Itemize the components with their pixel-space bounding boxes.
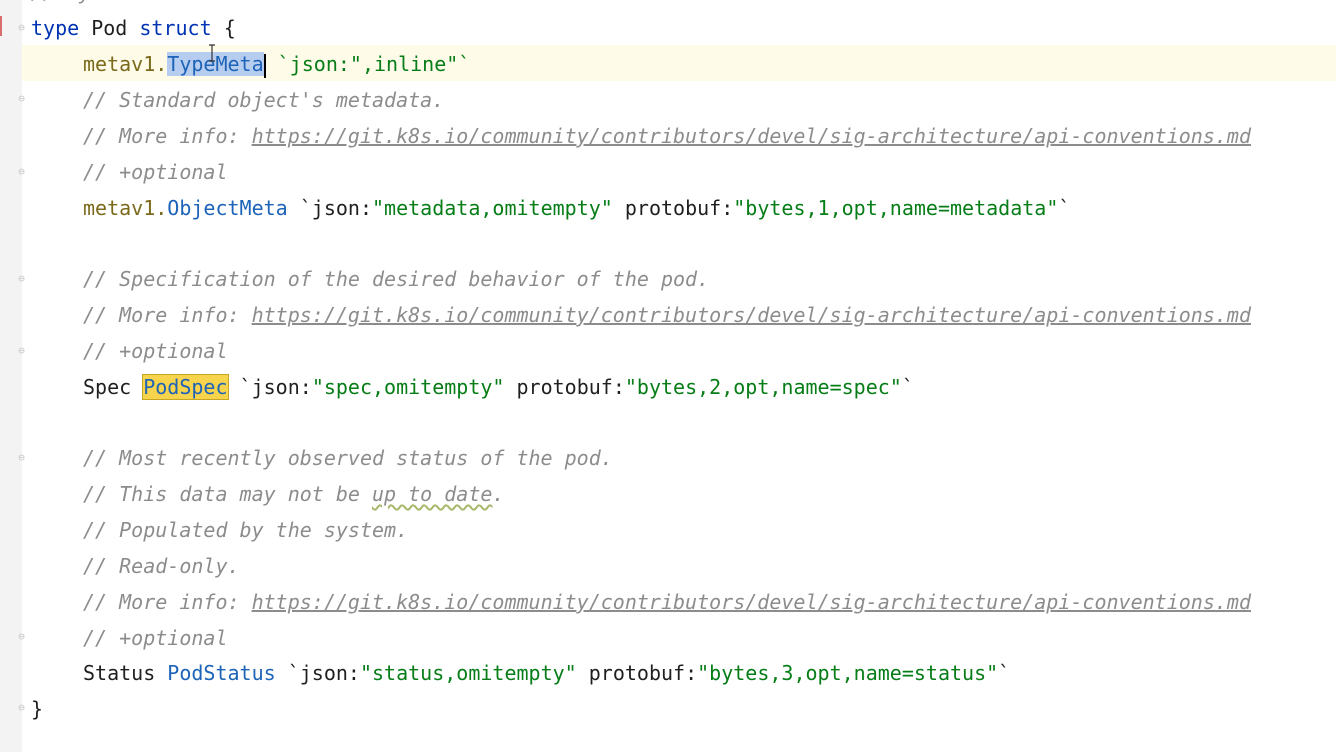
comment-line: // Specification of the desired behavior… [83,267,710,291]
struct-tag-value: "bytes,2,opt,name=spec" [624,375,902,399]
comment-line: // More info: https://git.k8s.io/communi… [83,297,1251,333]
package-qualifier[interactable]: metav1. [83,196,167,220]
struct-name[interactable]: Pod [91,16,127,40]
keyword: struct [139,16,212,40]
change-marker [0,16,2,36]
comment-text: // More info: [83,124,252,148]
struct-tag-part: protobuf: [576,661,698,685]
comment-line: // Populated by the system. [83,518,409,542]
fold-icon[interactable]: ⊖ [15,92,28,106]
typo-underlined-text[interactable]: up to date [372,482,492,506]
struct-tag: `json:",inline"` [277,52,471,76]
struct-tag-part: protobuf: [504,375,625,399]
comment-line: // More info: https://git.k8s.io/communi… [83,118,1251,154]
fold-icon[interactable]: ⊖ [15,344,28,358]
field-name[interactable]: Status [83,661,167,685]
struct-tag-part: ` [1058,196,1071,220]
comment-link[interactable]: https://git.k8s.io/community/contributor… [252,303,1251,327]
struct-tag-value: "spec,omitempty" [311,375,505,399]
comment-line: // +optional [83,626,228,650]
text-caret [263,53,266,78]
struct-tag-value: "status,omitempty" [359,661,577,685]
code-line[interactable]: metav1.ObjectMeta `json:"metadata,omitem… [83,190,1070,226]
code-line[interactable]: Spec PodSpec `json:"spec,omitempty" prot… [83,369,914,405]
struct-tag-value: "bytes,1,opt,name=metadata" [733,196,1059,220]
fold-icon[interactable]: ⊖ [15,701,28,715]
comment-line: // Read-only. [83,554,240,578]
code-line[interactable]: metav1.TypeMeta `json:",inline"` [83,46,470,82]
truncated-comment-line: // by clients and scheduled onto hosts. [31,0,501,10]
field-name[interactable]: Spec [83,375,143,399]
struct-tag-part: protobuf: [612,196,734,220]
comment-text: // More info: [83,303,252,327]
comment-link[interactable]: https://git.k8s.io/community/contributor… [252,124,1251,148]
fold-icon[interactable]: ⊖ [15,630,28,644]
code-line[interactable]: Status PodStatus `json:"status,omitempty… [83,655,1010,691]
comment-text: // This data may not be [83,482,372,506]
open-brace: { [223,16,236,40]
fold-icon[interactable]: ⊖ [15,272,28,286]
code-editor[interactable]: ⊖ ⊖ ⊖ ⊖ ⊖ ⊖ ⊖ ⊖ // by clients and schedu… [0,0,1336,752]
struct-tag-part: `json: [227,375,312,399]
struct-tag-part: ` [998,661,1011,685]
struct-tag-part: `json: [275,661,360,685]
comment-line: // Standard object's metadata. [83,88,445,112]
comment-text: . [492,482,505,506]
ibeam-cursor-icon [209,44,215,62]
type-name[interactable]: ObjectMeta [167,196,287,220]
comment-line: // This data may not be up to date. [83,476,504,512]
struct-tag-part: ` [901,375,914,399]
comment-line: // +optional [83,160,228,184]
comment-text: // More info: [83,590,252,614]
highlighted-type-name[interactable]: PodSpec [142,374,229,400]
struct-tag-value: "bytes,3,opt,name=status" [697,661,999,685]
comment-line: // +optional [83,339,228,363]
code-line[interactable]: } [31,691,43,727]
fold-icon[interactable]: ⊖ [15,451,28,465]
keyword: type [31,16,80,40]
close-brace: } [31,697,44,721]
comment-link[interactable]: https://git.k8s.io/community/contributor… [252,590,1251,614]
type-name[interactable]: PodStatus [167,661,275,685]
struct-tag-part: `json: [287,196,373,220]
code-line[interactable]: type Pod struct { [31,10,236,46]
fold-icon[interactable]: ⊖ [15,21,28,35]
comment-line: // More info: https://git.k8s.io/communi… [83,584,1251,620]
struct-tag-value: "metadata,omitempty" [372,196,613,220]
fold-icon[interactable]: ⊖ [15,165,28,179]
package-qualifier[interactable]: metav1. [83,52,167,76]
comment-line: // Most recently observed status of the … [83,446,613,470]
